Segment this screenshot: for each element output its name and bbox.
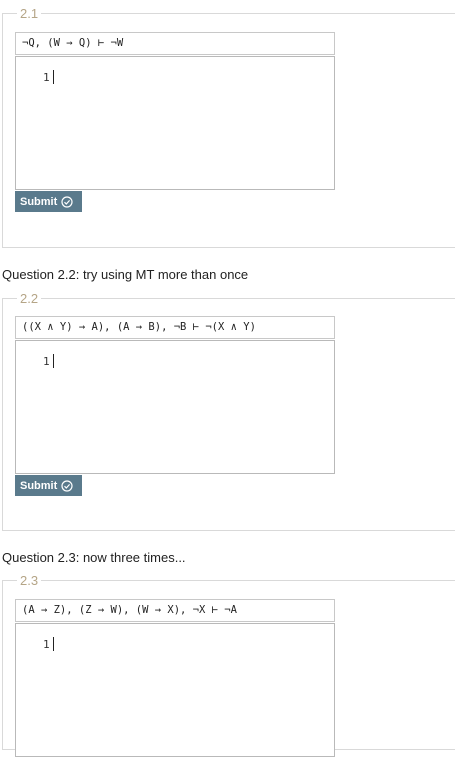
line-number: 1	[43, 638, 50, 651]
text-caret	[53, 354, 54, 368]
line-number: 1	[43, 71, 50, 84]
submit-label: Submit	[20, 479, 58, 492]
text-caret	[53, 70, 54, 84]
proof-editor[interactable]: 1	[15, 56, 335, 190]
exercise-legend: 2.2	[17, 291, 42, 306]
submit-button[interactable]: Submit	[15, 475, 82, 496]
check-circle-icon	[61, 195, 73, 208]
problem-statement: (A → Z), (Z → W), (W → X), ¬X ⊢ ¬A	[15, 599, 335, 622]
exercise-fieldset-2-3: 2.3 (A → Z), (Z → W), (W → X), ¬X ⊢ ¬A 1	[2, 573, 455, 757]
exercise-fieldset-2-2: 2.2 ((X ∧ Y) → A), (A → B), ¬B ⊢ ¬(X ∧ Y…	[2, 291, 455, 531]
proof-editor[interactable]: 1	[15, 340, 335, 474]
problem-statement: ((X ∧ Y) → A), (A → B), ¬B ⊢ ¬(X ∧ Y)	[15, 316, 335, 339]
question-text: Question 2.3: now three times...	[2, 550, 186, 565]
proof-editor[interactable]: 1	[15, 623, 335, 757]
submit-button[interactable]: Submit	[15, 191, 82, 212]
check-circle-icon	[61, 479, 73, 492]
exercise-legend: 2.3	[17, 573, 42, 588]
problem-statement: ¬Q, (W → Q) ⊢ ¬W	[15, 32, 335, 55]
line-number: 1	[43, 355, 50, 368]
exercise-legend: 2.1	[17, 6, 42, 21]
question-text: Question 2.2: try using MT more than onc…	[2, 267, 249, 282]
exercise-fieldset-2-1: 2.1 ¬Q, (W → Q) ⊢ ¬W 1 Submit	[2, 6, 455, 248]
text-caret	[53, 637, 54, 651]
submit-label: Submit	[20, 195, 58, 208]
